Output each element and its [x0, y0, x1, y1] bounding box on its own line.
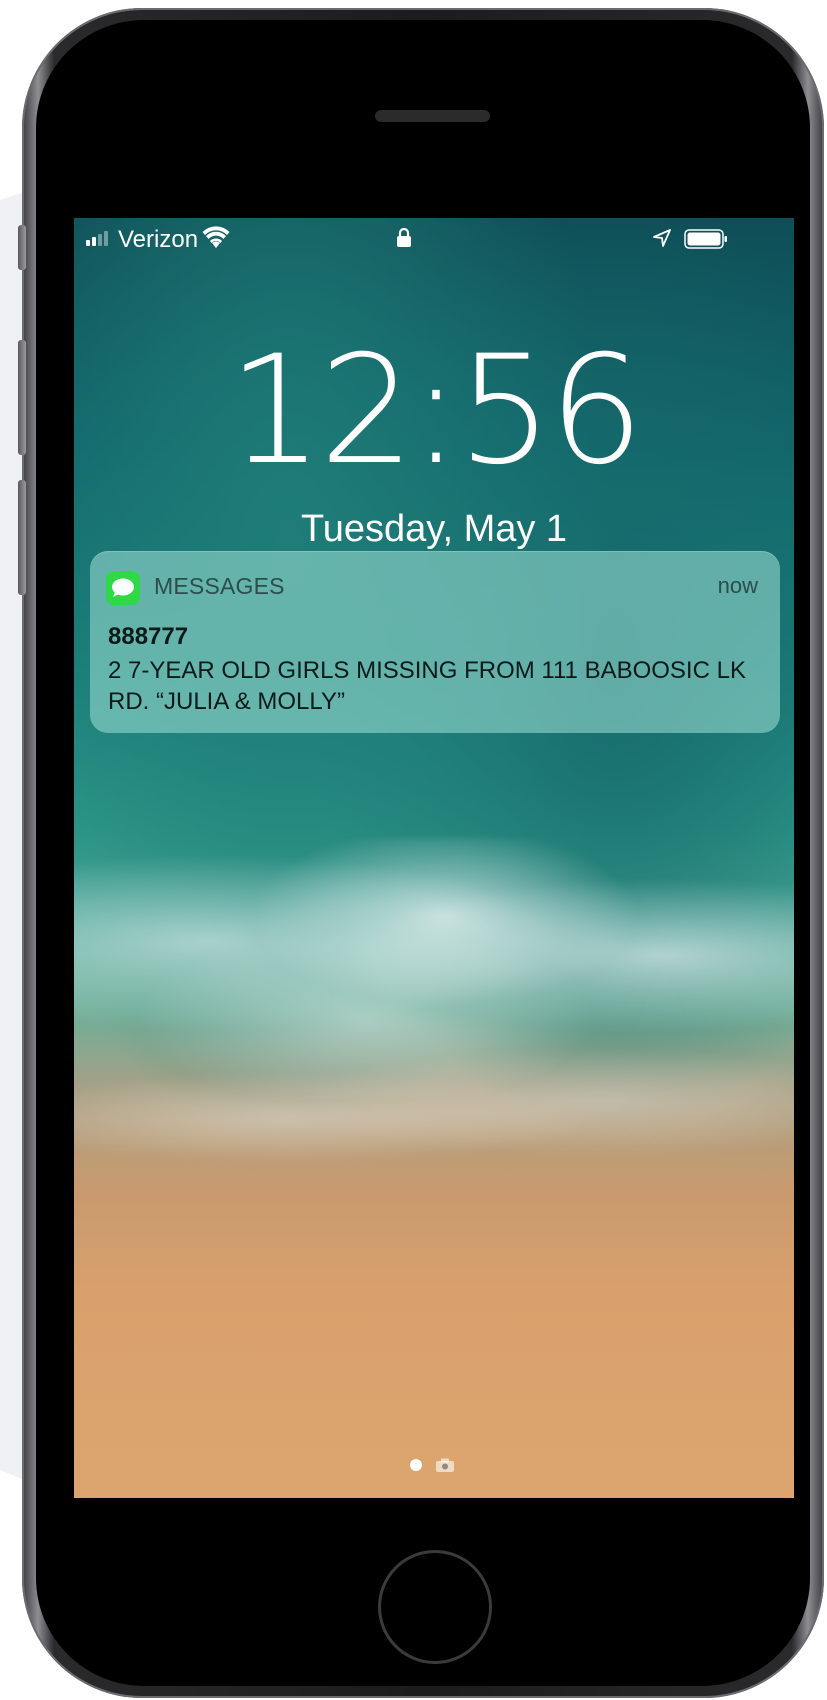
messages-icon — [106, 571, 140, 605]
notification-sender: 888777 — [108, 623, 189, 650]
notification-timestamp: now — [717, 573, 758, 598]
notification-body: 2 7-YEAR OLD GIRLS MISSING FROM 111 BABO… — [108, 657, 746, 715]
earpiece-speaker — [375, 110, 490, 122]
page-indicator — [410, 1458, 454, 1472]
lock-screen-date: Tuesday, May 1 — [300, 508, 568, 550]
battery-icon — [684, 229, 727, 249]
message-notification[interactable]: MESSAGES now 888777 2 7-YEAR OLD GIRLS M… — [90, 551, 780, 733]
location-icon — [653, 229, 671, 247]
wifi-icon — [202, 226, 230, 248]
carrier-label: Verizon — [118, 226, 199, 253]
signal-icon — [86, 231, 108, 246]
lock-screen: Verizon 12:56 Tuesday, May 1 MESSAGES no… — [74, 218, 794, 1498]
mute-switch — [18, 225, 26, 270]
volume-up-button — [18, 340, 26, 455]
page-dot — [410, 1459, 422, 1471]
home-button[interactable] — [378, 1550, 492, 1664]
volume-down-button — [18, 480, 26, 595]
notification-app-name: MESSAGES — [154, 573, 285, 599]
status-bar: Verizon — [74, 218, 794, 262]
camera-icon[interactable] — [436, 1458, 454, 1472]
lock-icon — [397, 228, 411, 247]
wallpaper-foam — [74, 1038, 794, 1198]
lock-screen-time: 12:56 — [227, 324, 644, 498]
